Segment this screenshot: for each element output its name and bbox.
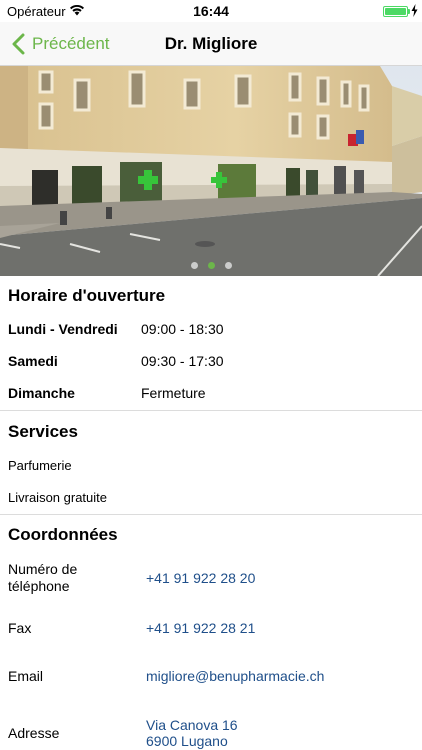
hours-section-title: Horaire d'ouverture bbox=[8, 286, 166, 305]
hours-row: Samedi 09:30 - 17:30 bbox=[0, 346, 422, 378]
phone-link[interactable]: +41 91 922 28 20 bbox=[146, 570, 255, 586]
fax-label: Fax bbox=[8, 620, 32, 636]
battery-tip bbox=[408, 9, 410, 14]
phone-label: Numéro de téléphone bbox=[8, 561, 78, 594]
section-divider bbox=[0, 514, 422, 515]
navigation-bar: Précédent Dr. Migliore bbox=[0, 22, 422, 66]
hours-time: 09:00 - 18:30 bbox=[141, 321, 224, 337]
address-label: Adresse bbox=[8, 725, 60, 741]
services-section-title: Services bbox=[8, 422, 78, 441]
service-item: Parfumerie bbox=[8, 458, 72, 473]
clock: 16:44 bbox=[193, 3, 229, 19]
carousel-page-indicator[interactable] bbox=[0, 262, 422, 269]
carousel-dot-active[interactable] bbox=[207, 262, 215, 269]
fax-link[interactable]: +41 91 922 28 21 bbox=[146, 620, 255, 636]
hours-time: Fermeture bbox=[141, 385, 206, 401]
address-line-city: 6900 Lugano bbox=[146, 733, 228, 749]
pharmacy-photo[interactable] bbox=[0, 66, 422, 276]
hours-day: Dimanche bbox=[8, 385, 75, 401]
hours-row: Dimanche Fermeture bbox=[0, 378, 422, 410]
contact-section-title: Coordonnées bbox=[8, 525, 118, 544]
service-item: Livraison gratuite bbox=[8, 490, 107, 505]
battery-icon bbox=[383, 6, 408, 17]
address-line-street: Via Canova 16 bbox=[146, 717, 238, 733]
email-link[interactable]: migliore@benupharmacie.ch bbox=[146, 668, 324, 684]
hours-day: Samedi bbox=[8, 353, 58, 369]
status-bar: Opérateur 16:44 bbox=[0, 0, 422, 22]
charging-bolt-icon bbox=[411, 4, 418, 17]
hours-time: 09:30 - 17:30 bbox=[141, 353, 224, 369]
section-divider bbox=[0, 410, 422, 411]
carousel-dot[interactable] bbox=[190, 262, 198, 269]
hours-day: Lundi - Vendredi bbox=[8, 321, 118, 337]
carousel-dot[interactable] bbox=[224, 262, 232, 269]
address-link[interactable]: Via Canova 16 6900 Lugano bbox=[146, 717, 238, 749]
hours-row: Lundi - Vendredi 09:00 - 18:30 bbox=[0, 314, 422, 346]
email-label: Email bbox=[8, 668, 44, 684]
page-title: Dr. Migliore bbox=[164, 34, 258, 53]
